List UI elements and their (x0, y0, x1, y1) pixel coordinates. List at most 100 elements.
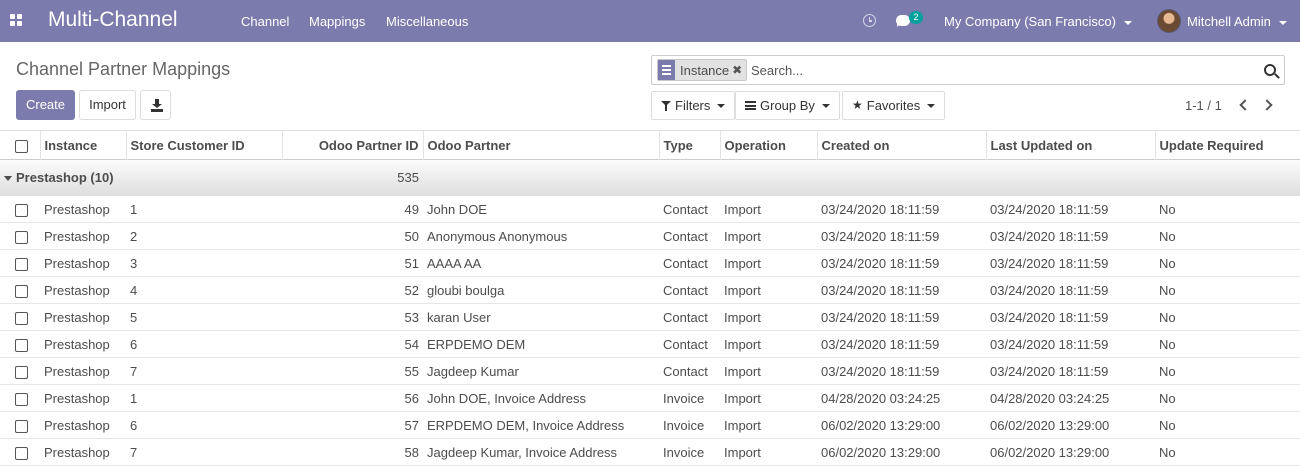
row-checkbox[interactable] (15, 392, 28, 406)
column-header-type[interactable]: Type (659, 130, 721, 160)
cell-update-required[interactable]: No (1155, 304, 1300, 331)
table-row[interactable]: Prestashop 3 51 AAAA AA Contact Import 03/24/2… (0, 250, 1300, 277)
cell-update-required[interactable]: No (1155, 331, 1300, 358)
group-row[interactable]: Prestashop (10) 535 (0, 159, 1300, 196)
cell-created-on[interactable]: 03/24/2020 18:11:59 (817, 196, 986, 223)
cell-update-required[interactable]: No (1155, 358, 1300, 385)
cell-store-customer-id[interactable]: 3 (126, 250, 282, 277)
cell-operation[interactable]: Import (720, 304, 817, 331)
cell-last-updated-on[interactable]: 03/24/2020 18:11:59 (986, 358, 1155, 385)
table-row[interactable]: Prestashop 6 57 ERPDEMO DEM, Invoice Addres… (0, 412, 1300, 439)
cell-last-updated-on[interactable]: 03/24/2020 18:11:59 (986, 331, 1155, 358)
cell-instance[interactable]: Prestashop (40, 439, 126, 466)
cell-store-customer-id[interactable]: 6 (126, 331, 282, 358)
cell-type[interactable]: Contact (659, 304, 720, 331)
cell-update-required[interactable]: No (1155, 385, 1300, 412)
cell-odoo-partner-id[interactable]: 55 (282, 358, 423, 385)
row-checkbox[interactable] (15, 338, 28, 352)
row-checkbox[interactable] (15, 284, 28, 298)
filters-dropdown[interactable]: Filters (651, 91, 736, 120)
table-row[interactable]: Prestashop 2 50 Anonymous Anonymous Contact I… (0, 223, 1300, 250)
cell-type[interactable]: Invoice (659, 412, 720, 439)
pager-value[interactable]: 1-1 / 1 (1185, 98, 1222, 113)
cell-odoo-partner[interactable]: Jagdeep Kumar (423, 358, 659, 385)
cell-last-updated-on[interactable]: 04/28/2020 03:24:25 (986, 385, 1155, 412)
cell-type[interactable]: Contact (659, 196, 720, 223)
cell-operation[interactable]: Import (720, 439, 817, 466)
row-checkbox[interactable] (15, 446, 28, 460)
cell-odoo-partner[interactable]: Anonymous Anonymous (423, 223, 659, 250)
cell-operation[interactable]: Import (720, 250, 817, 277)
cell-store-customer-id[interactable]: 5 (126, 304, 282, 331)
cell-instance[interactable]: Prestashop (40, 304, 126, 331)
company-switcher[interactable]: My Company (San Francisco) (944, 14, 1132, 29)
cell-instance[interactable]: Prestashop (40, 223, 126, 250)
chat-icon[interactable] (896, 15, 910, 27)
cell-store-customer-id[interactable]: 1 (126, 196, 282, 223)
cell-created-on[interactable]: 03/24/2020 18:11:59 (817, 277, 986, 304)
table-row[interactable]: Prestashop 7 55 Jagdeep Kumar Contact Import 0… (0, 358, 1300, 385)
select-all-checkbox[interactable] (15, 139, 28, 153)
cell-odoo-partner[interactable]: Jagdeep Kumar, Invoice Address (423, 439, 659, 466)
cell-created-on[interactable]: 03/24/2020 18:11:59 (817, 223, 986, 250)
create-button[interactable]: Create (16, 90, 75, 120)
table-row[interactable]: Prestashop 1 49 John DOE Contact Import 03/24/… (0, 196, 1300, 223)
cell-last-updated-on[interactable]: 03/24/2020 18:11:59 (986, 277, 1155, 304)
cell-store-customer-id[interactable]: 7 (126, 439, 282, 466)
cell-operation[interactable]: Import (720, 331, 817, 358)
table-row[interactable]: Prestashop 1 56 John DOE, Invoice Address In… (0, 385, 1300, 412)
cell-odoo-partner[interactable]: ERPDEMO DEM (423, 331, 659, 358)
row-checkbox[interactable] (15, 365, 28, 379)
cell-type[interactable]: Contact (659, 250, 720, 277)
cell-odoo-partner-id[interactable]: 50 (282, 223, 423, 250)
cell-last-updated-on[interactable]: 06/02/2020 13:29:00 (986, 439, 1155, 466)
cell-update-required[interactable]: No (1155, 196, 1300, 223)
cell-type[interactable]: Contact (659, 277, 720, 304)
cell-odoo-partner[interactable]: ERPDEMO DEM, Invoice Address (423, 412, 659, 439)
cell-last-updated-on[interactable]: 03/24/2020 18:11:59 (986, 250, 1155, 277)
facet-remove-icon[interactable]: ✖ (732, 63, 746, 77)
cell-instance[interactable]: Prestashop (40, 331, 126, 358)
cell-odoo-partner-id[interactable]: 58 (282, 439, 423, 466)
row-checkbox[interactable] (15, 257, 28, 271)
group-by-dropdown[interactable]: Group By (735, 91, 840, 120)
table-row[interactable]: Prestashop 6 54 ERPDEMO DEM Contact Import 03/… (0, 331, 1300, 358)
column-header-last-updated-on[interactable]: Last Updated on (986, 130, 1156, 160)
cell-operation[interactable]: Import (720, 277, 817, 304)
search-icon[interactable] (1264, 64, 1276, 76)
column-header-odoo-partner-id[interactable]: Odoo Partner ID (282, 130, 424, 160)
cell-instance[interactable]: Prestashop (40, 196, 126, 223)
cell-store-customer-id[interactable]: 1 (126, 385, 282, 412)
cell-odoo-partner-id[interactable]: 52 (282, 277, 423, 304)
cell-operation[interactable]: Import (720, 358, 817, 385)
cell-created-on[interactable]: 03/24/2020 18:11:59 (817, 304, 986, 331)
user-avatar[interactable] (1157, 9, 1181, 33)
pager-previous-icon[interactable] (1236, 98, 1250, 112)
column-header-operation[interactable]: Operation (720, 130, 818, 160)
cell-store-customer-id[interactable]: 7 (126, 358, 282, 385)
cell-update-required[interactable]: No (1155, 250, 1300, 277)
column-header-created-on[interactable]: Created on (817, 130, 987, 160)
cell-odoo-partner-id[interactable]: 57 (282, 412, 423, 439)
row-checkbox[interactable] (15, 419, 28, 433)
menu-miscellaneous[interactable]: Miscellaneous (386, 14, 468, 29)
cell-store-customer-id[interactable]: 6 (126, 412, 282, 439)
column-header-instance[interactable]: Instance (40, 130, 127, 160)
cell-type[interactable]: Contact (659, 223, 720, 250)
cell-created-on[interactable]: 06/02/2020 13:29:00 (817, 412, 986, 439)
column-header-store-customer-id[interactable]: Store Customer ID (126, 130, 283, 160)
cell-update-required[interactable]: No (1155, 277, 1300, 304)
cell-store-customer-id[interactable]: 4 (126, 277, 282, 304)
search-input[interactable] (751, 61, 1151, 79)
cell-odoo-partner-id[interactable]: 56 (282, 385, 423, 412)
cell-store-customer-id[interactable]: 2 (126, 223, 282, 250)
cell-update-required[interactable]: No (1155, 412, 1300, 439)
row-checkbox[interactable] (15, 203, 28, 217)
cell-operation[interactable]: Import (720, 412, 817, 439)
cell-type[interactable]: Contact (659, 358, 720, 385)
pager-next-icon[interactable] (1262, 98, 1276, 112)
cell-instance[interactable]: Prestashop (40, 358, 126, 385)
group-header[interactable]: Prestashop (10) (0, 160, 282, 196)
cell-operation[interactable]: Import (720, 385, 817, 412)
cell-instance[interactable]: Prestashop (40, 250, 126, 277)
